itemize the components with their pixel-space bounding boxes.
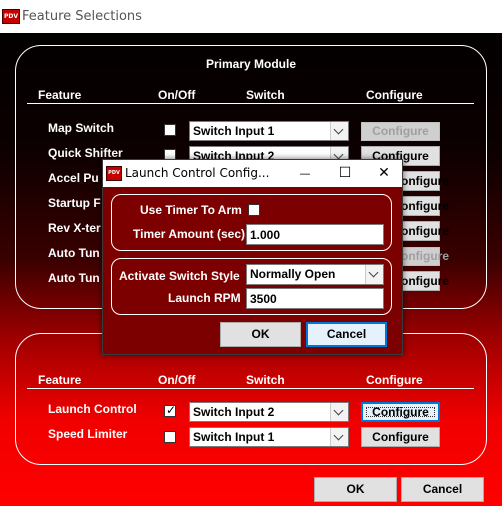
minimize-icon[interactable]: — bbox=[290, 160, 320, 187]
launch-control-configure-button[interactable]: Configure bbox=[361, 402, 440, 422]
primary-module-title: Primary Module bbox=[205, 57, 297, 71]
use-timer-checkbox[interactable] bbox=[248, 204, 260, 216]
launch-control-configure-label: Configure bbox=[372, 405, 429, 419]
feature-label-auto-tune-1: Auto Tun bbox=[48, 246, 100, 260]
pdv-logo-icon: PDV bbox=[2, 9, 20, 24]
window-titlebar[interactable]: PDV Feature Selections bbox=[0, 0, 502, 33]
timer-amount-value: 1.000 bbox=[250, 228, 281, 242]
secondary-header-onoff: On/Off bbox=[158, 373, 196, 387]
chevron-down-icon bbox=[330, 428, 348, 446]
speed-limiter-checkbox[interactable] bbox=[164, 431, 176, 443]
feature-label-auto-tune-2: Auto Tun bbox=[48, 271, 100, 285]
dialog-ok-button[interactable]: OK bbox=[220, 322, 301, 347]
chevron-down-icon bbox=[365, 265, 383, 284]
feature-label-quick-shifter: Quick Shifter bbox=[48, 146, 123, 160]
speed-limiter-configure-button[interactable]: Configure bbox=[361, 427, 440, 447]
primary-header-feature: Feature bbox=[38, 88, 82, 102]
dialog-cancel-button[interactable]: Cancel bbox=[306, 322, 387, 347]
launch-control-config-dialog: PDV Launch Control Config... — ☐ ✕ Use T… bbox=[102, 159, 403, 355]
auto-tune-2-configure-button[interactable]: onfigure bbox=[401, 271, 449, 291]
secondary-header-divider bbox=[27, 388, 474, 389]
accel-pump-configure-button[interactable]: onfigure bbox=[401, 171, 449, 191]
dialog-titlebar[interactable]: PDV Launch Control Config... — ☐ ✕ bbox=[103, 160, 402, 187]
checkmark-icon: ✓ bbox=[165, 403, 177, 417]
primary-header-switch: Switch bbox=[246, 88, 285, 102]
launch-control-switch-value: Switch Input 2 bbox=[193, 405, 275, 419]
map-switch-checkbox[interactable] bbox=[164, 124, 176, 136]
auto-tune-1-configure-button[interactable]: onfigure bbox=[401, 247, 449, 266]
timer-amount-input[interactable]: 1.000 bbox=[246, 224, 384, 245]
maximize-icon[interactable]: ☐ bbox=[330, 160, 360, 187]
switch-style-value: Normally Open bbox=[250, 267, 336, 281]
launch-rpm-value: 3500 bbox=[250, 292, 277, 306]
speed-limiter-switch-select[interactable]: Switch Input 1 bbox=[189, 427, 349, 447]
switch-style-label: Activate Switch Style bbox=[119, 269, 240, 283]
use-timer-label: Use Timer To Arm bbox=[140, 203, 242, 217]
cancel-button[interactable]: Cancel bbox=[401, 477, 484, 502]
feature-label-accel-pump: Accel Pu bbox=[48, 171, 99, 185]
map-switch-switch-value: Switch Input 1 bbox=[193, 124, 275, 138]
speed-limiter-switch-value: Switch Input 1 bbox=[193, 430, 275, 444]
window-title: Feature Selections bbox=[22, 9, 142, 24]
secondary-header-configure: Configure bbox=[366, 373, 423, 387]
secondary-header-switch: Switch bbox=[246, 373, 285, 387]
chevron-down-icon bbox=[330, 403, 348, 421]
primary-header-configure: Configure bbox=[366, 88, 423, 102]
ok-button[interactable]: OK bbox=[314, 477, 397, 502]
dialog-title: Launch Control Config... bbox=[125, 166, 270, 180]
primary-header-divider bbox=[27, 103, 474, 104]
feature-label-speed-limiter: Speed Limiter bbox=[48, 427, 128, 441]
timer-amount-label: Timer Amount (sec) bbox=[133, 227, 246, 241]
chevron-down-icon bbox=[330, 122, 348, 140]
feature-label-launch-control: Launch Control bbox=[48, 402, 137, 416]
primary-header-onoff: On/Off bbox=[158, 88, 196, 102]
map-switch-switch-select[interactable]: Switch Input 1 bbox=[189, 121, 349, 141]
secondary-header-feature: Feature bbox=[38, 373, 82, 387]
feature-label-map-switch: Map Switch bbox=[48, 121, 115, 135]
close-icon[interactable]: ✕ bbox=[369, 160, 399, 187]
map-switch-configure-button[interactable]: Configure bbox=[361, 122, 440, 141]
switch-style-select[interactable]: Normally Open bbox=[246, 264, 384, 285]
launch-control-switch-select[interactable]: Switch Input 2 bbox=[189, 402, 349, 422]
rev-xtender-configure-button[interactable]: onfigure bbox=[401, 221, 449, 241]
pdv-logo-icon: PDV bbox=[106, 166, 122, 181]
launch-control-checkbox[interactable]: ✓ bbox=[164, 403, 177, 417]
feature-label-rev-xtender: Rev X-ter bbox=[48, 221, 101, 235]
launch-rpm-input[interactable]: 3500 bbox=[246, 288, 384, 309]
startup-fuel-configure-button[interactable]: onfigure bbox=[401, 196, 449, 216]
feature-label-startup-fuel: Startup F bbox=[48, 196, 101, 210]
feature-selections-window: PDV Feature Selections Primary Module Fe… bbox=[0, 0, 502, 506]
launch-rpm-label: Launch RPM bbox=[168, 291, 241, 305]
